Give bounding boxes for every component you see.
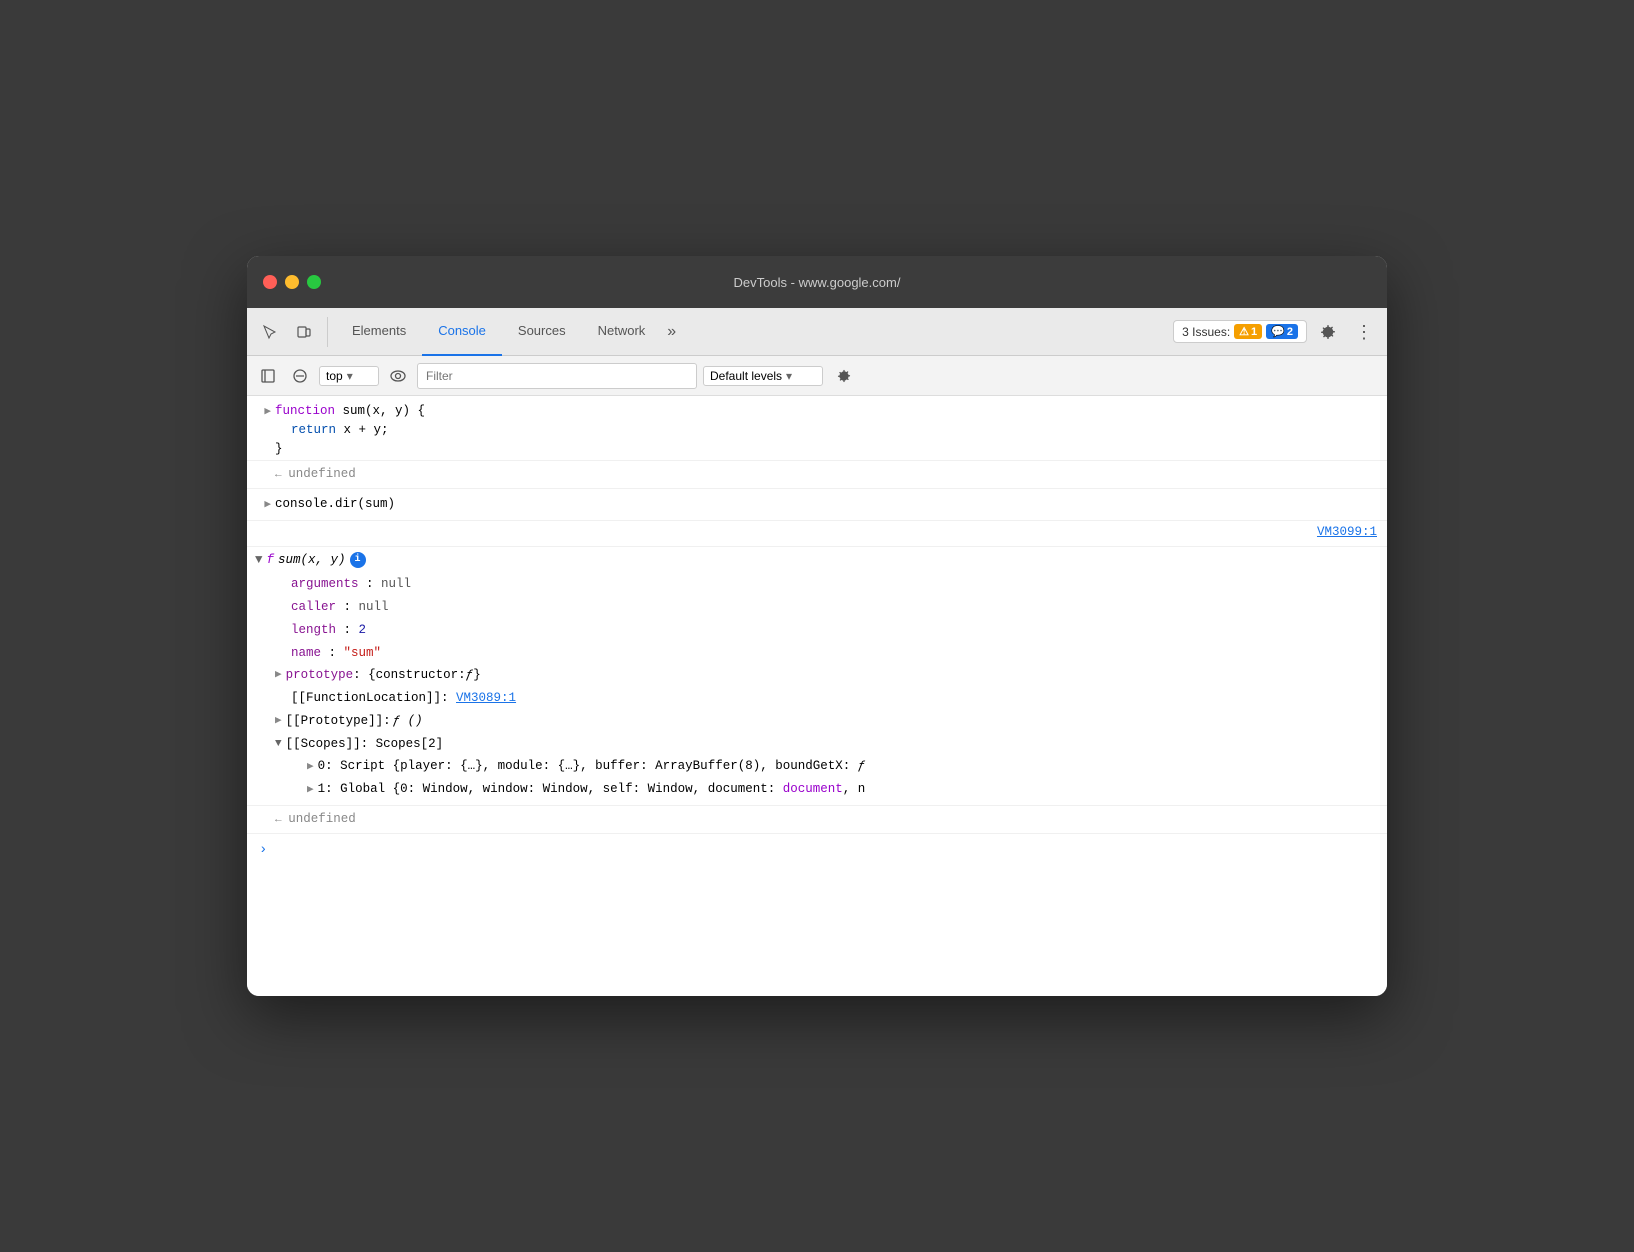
dir-code: console.dir(sum)	[275, 497, 395, 511]
input-content: function sum(x, y) { return x + y; }	[275, 402, 1379, 458]
close-button[interactable]	[263, 275, 277, 289]
prompt-chevron-icon: ›	[259, 840, 267, 861]
warn-badge: ⚠ 1	[1234, 324, 1262, 339]
context-selector[interactable]: top ▾	[319, 366, 379, 386]
expand-chevron-2[interactable]: ▶	[264, 497, 271, 514]
expand-scope-0[interactable]: ▶	[307, 759, 314, 776]
toolbar-right: 3 Issues: ⚠ 1 💬 2 ⋮	[1173, 317, 1379, 347]
expand-chevron[interactable]: ▶	[264, 404, 271, 421]
val-name: "sum"	[344, 646, 382, 660]
console-prompt[interactable]: ›	[247, 834, 1387, 867]
output-undefined-1: ← undefined	[247, 461, 1387, 489]
collapse-chevron[interactable]: ▼	[255, 551, 263, 570]
settings-button[interactable]	[1313, 317, 1343, 347]
prop-name: name : "sum"	[247, 642, 1387, 665]
code-text: sum(x, y) {	[343, 404, 426, 418]
prop-prototype: ▶ prototype : {constructor: ƒ }	[247, 664, 1387, 687]
expand-prototype[interactable]: ▶	[275, 667, 282, 684]
more-options-button[interactable]: ⋮	[1349, 317, 1379, 347]
vm-link-2[interactable]: VM3089:1	[456, 691, 516, 705]
info-badge: 💬 2	[1266, 324, 1298, 339]
key-prototype: prototype	[286, 666, 354, 685]
key-length: length	[291, 623, 336, 637]
vm-link-row: VM3099:1	[247, 521, 1387, 547]
filter-input[interactable]	[417, 363, 697, 389]
input-gutter-2: ▶	[247, 495, 275, 514]
collapse-scopes[interactable]: ▼	[275, 736, 282, 753]
expand-proto[interactable]: ▶	[275, 713, 282, 730]
undefined-value: undefined	[288, 467, 356, 481]
chevron-down-icon: ▾	[347, 369, 353, 383]
clear-console-button[interactable]	[287, 363, 313, 389]
chevron-down-icon: ▾	[786, 369, 792, 383]
scope-0: ▶ 0: Script {player: {…}, module: {…}, b…	[247, 755, 1387, 778]
prop-length: length : 2	[247, 619, 1387, 642]
func-name-italic: sum(x, y)	[278, 551, 346, 570]
maximize-button[interactable]	[307, 275, 321, 289]
show-console-sidebar-button[interactable]	[255, 363, 281, 389]
inspect-element-button[interactable]	[255, 317, 285, 347]
funclocation-key: [[FunctionLocation]]:	[291, 691, 456, 705]
eye-icon-button[interactable]	[385, 363, 411, 389]
vm-link-1[interactable]: VM3099:1	[1317, 525, 1377, 539]
prop-funclocation: [[FunctionLocation]]: VM3089:1	[247, 687, 1387, 710]
more-tabs-button[interactable]: »	[661, 323, 682, 341]
val-caller: null	[359, 600, 389, 614]
function-header: ▼ f sum(x, y) i	[247, 547, 1387, 574]
val-arguments: null	[381, 577, 411, 591]
tab-console[interactable]: Console	[422, 308, 502, 356]
secondary-toolbar: top ▾ Default levels ▾	[247, 356, 1387, 396]
main-toolbar: Elements Console Sources Network » 3 Iss…	[247, 308, 1387, 356]
tab-elements[interactable]: Elements	[336, 308, 422, 356]
key-caller: caller	[291, 600, 336, 614]
key-proto: [[Prototype]]:	[286, 712, 391, 731]
scope-0-text: 0: Script {player: {…}, module: {…}, buf…	[318, 757, 866, 776]
console-settings-button[interactable]	[829, 361, 859, 391]
scope-1: ▶ 1: Global {0: Window, window: Window, …	[247, 778, 1387, 805]
issues-badge[interactable]: 3 Issues: ⚠ 1 💬 2	[1173, 320, 1307, 343]
code-line-3: }	[275, 440, 1379, 459]
val-proto: ƒ ()	[393, 712, 423, 731]
tab-sources[interactable]: Sources	[502, 308, 582, 356]
key-arguments: arguments	[291, 577, 359, 591]
scope-1-text: 1: Global {0: Window, window: Window, se…	[318, 780, 866, 799]
info-icon[interactable]: i	[350, 552, 366, 568]
keyword-function: function	[275, 404, 335, 418]
input-gutter: ▶	[247, 402, 275, 421]
function-dir-output: ▼ f sum(x, y) i arguments : null caller …	[247, 547, 1387, 806]
keyword-return: return	[291, 423, 336, 437]
minimize-button[interactable]	[285, 275, 299, 289]
prop-caller: caller : null	[247, 596, 1387, 619]
toolbar-icons	[255, 317, 328, 347]
traffic-lights	[263, 275, 321, 289]
prop-prototype2: ▶ [[Prototype]]: ƒ ()	[247, 710, 1387, 733]
tabs: Elements Console Sources Network »	[336, 308, 1173, 356]
key-scopes: [[Scopes]]: Scopes[2]	[286, 735, 444, 754]
console-input-dir: ▶ console.dir(sum)	[247, 489, 1387, 521]
code-line-1: function sum(x, y) {	[275, 402, 1379, 421]
dir-content: console.dir(sum)	[275, 495, 1379, 514]
log-levels-selector[interactable]: Default levels ▾	[703, 366, 823, 386]
prop-arguments: arguments : null	[247, 573, 1387, 596]
expand-scope-1[interactable]: ▶	[307, 782, 314, 799]
devtools-window: DevTools - www.google.com/ Elements Cons	[247, 256, 1387, 996]
titlebar: DevTools - www.google.com/	[247, 256, 1387, 308]
prop-scopes: ▼ [[Scopes]]: Scopes[2]	[247, 733, 1387, 756]
tab-network[interactable]: Network	[582, 308, 662, 356]
func-italic-f: f	[267, 551, 275, 570]
val-length: 2	[359, 623, 367, 637]
code-line-2: return x + y;	[275, 421, 1379, 440]
code-text: x + y;	[344, 423, 389, 437]
console-area: ▶ function sum(x, y) { return x + y; } ←…	[247, 396, 1387, 996]
console-input-function: ▶ function sum(x, y) { return x + y; }	[247, 396, 1387, 461]
device-toolbar-button[interactable]	[289, 317, 319, 347]
undefined-value-2: undefined	[288, 812, 356, 826]
window-title: DevTools - www.google.com/	[734, 275, 901, 290]
val-constructor: ƒ	[466, 666, 474, 685]
key-name: name	[291, 646, 321, 660]
output-undefined-2: ← undefined	[247, 806, 1387, 834]
